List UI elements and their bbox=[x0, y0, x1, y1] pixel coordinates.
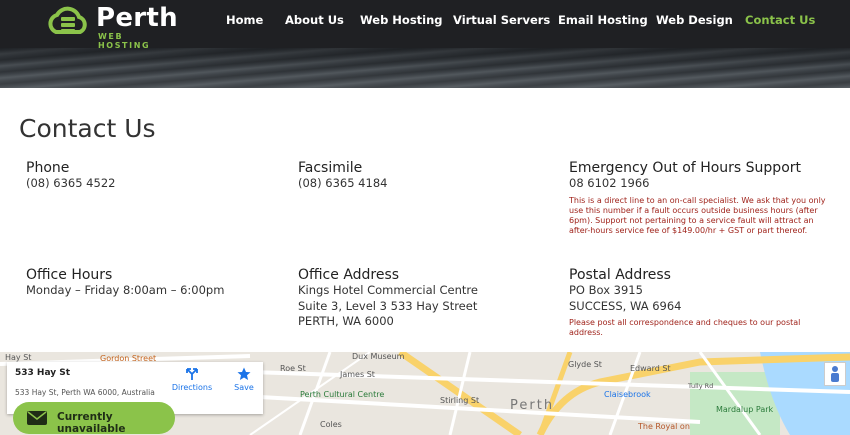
site-header: Perth WEB HOSTING Home About Us Web Host… bbox=[0, 0, 850, 50]
office-heading: Office Address bbox=[298, 267, 400, 283]
save-button[interactable]: Save bbox=[229, 367, 259, 392]
hours-value: Monday – Friday 8:00am – 6:00pm bbox=[26, 283, 225, 297]
directions-button[interactable]: Directions bbox=[170, 367, 214, 392]
hours-block: Office Hours Monday – Friday 8:00am – 6:… bbox=[26, 267, 296, 299]
postal-note: Please post all correspondence and chequ… bbox=[569, 318, 801, 338]
postal-block: Postal Address PO Box 3915 SUCCESS, WA 6… bbox=[569, 267, 831, 338]
pegman-icon bbox=[831, 366, 839, 382]
map-label-perth: Perth bbox=[510, 398, 555, 413]
directions-icon bbox=[186, 368, 198, 380]
chat-status-label: Currently unavailable bbox=[57, 411, 126, 435]
nav-web-design[interactable]: Web Design bbox=[656, 13, 733, 27]
map-label-museum: Dux Museum bbox=[352, 352, 405, 361]
map-label-cultural-centre: Perth Cultural Centre bbox=[300, 390, 385, 399]
hours-heading: Office Hours bbox=[26, 267, 113, 283]
office-block: Office Address Kings Hotel Commercial Ce… bbox=[298, 267, 568, 330]
embedded-map[interactable]: Gordon Street Dux Museum Roe St James St… bbox=[0, 352, 850, 435]
map-label-stirling-st: Stirling St bbox=[440, 396, 480, 405]
page-title: Contact Us bbox=[19, 114, 156, 143]
map-label-tully-rd: Tully Rd bbox=[688, 382, 714, 390]
phone-block: Phone (08) 6365 4522 bbox=[26, 160, 296, 192]
directions-label: Directions bbox=[171, 383, 213, 392]
mail-icon bbox=[27, 411, 47, 425]
place-title: 533 Hay St bbox=[15, 368, 71, 378]
emergency-number[interactable]: 08 6102 1966 bbox=[569, 176, 831, 192]
map-label-edward-st: Edward St bbox=[630, 364, 671, 373]
postal-heading: Postal Address bbox=[569, 267, 671, 283]
map-label-james-st: James St bbox=[340, 370, 375, 379]
phone-number[interactable]: (08) 6365 4522 bbox=[26, 176, 296, 192]
map-label-hay-st: Hay St bbox=[5, 353, 32, 362]
street-view-button[interactable] bbox=[824, 362, 846, 386]
fax-number: (08) 6365 4184 bbox=[298, 176, 388, 190]
office-line-2: Suite 3, Level 3 533 Hay Street bbox=[298, 298, 478, 313]
nav-email-hosting[interactable]: Email Hosting bbox=[558, 13, 648, 27]
map-label-coles: Coles bbox=[320, 420, 342, 429]
nav-contact-us[interactable]: Contact Us bbox=[745, 13, 815, 27]
place-address: 533 Hay St, Perth WA 6000, Australia bbox=[15, 388, 155, 397]
nav-about-us[interactable]: About Us bbox=[285, 13, 344, 27]
map-label-claisebrook: Claisebrook bbox=[604, 390, 651, 399]
emergency-heading: Emergency Out of Hours Support bbox=[569, 160, 801, 176]
postal-line-1: PO Box 3915 bbox=[569, 283, 643, 297]
map-label-mardalup-park: Mardalup Park bbox=[716, 405, 774, 414]
office-line-1: Kings Hotel Commercial Centre bbox=[298, 283, 478, 297]
emergency-block: Emergency Out of Hours Support 08 6102 1… bbox=[569, 160, 831, 236]
nav-home[interactable]: Home bbox=[226, 13, 263, 27]
chat-status-button[interactable]: Currently unavailable bbox=[13, 402, 175, 435]
nav-virtual-servers[interactable]: Virtual Servers bbox=[453, 13, 550, 27]
emergency-note: This is a direct line to an on-call spec… bbox=[569, 195, 826, 236]
hero-banner-image bbox=[0, 48, 850, 88]
map-label-glyde-st: Glyde St bbox=[568, 360, 602, 369]
postal-line-2: SUCCESS, WA 6964 bbox=[569, 298, 682, 313]
nav-web-hosting[interactable]: Web Hosting bbox=[360, 13, 443, 27]
office-line-3: PERTH, WA 6000 bbox=[298, 314, 394, 328]
save-label: Save bbox=[234, 383, 254, 392]
fax-heading: Facsimile bbox=[298, 160, 363, 176]
main-nav: Home About Us Web Hosting Virtual Server… bbox=[0, 13, 850, 33]
map-label-royal-on: The Royal on bbox=[638, 422, 690, 431]
fax-block: Facsimile (08) 6365 4184 bbox=[298, 160, 568, 192]
map-label-roe-st: Roe St bbox=[280, 364, 306, 373]
phone-heading: Phone bbox=[26, 160, 70, 176]
star-icon bbox=[237, 367, 251, 380]
